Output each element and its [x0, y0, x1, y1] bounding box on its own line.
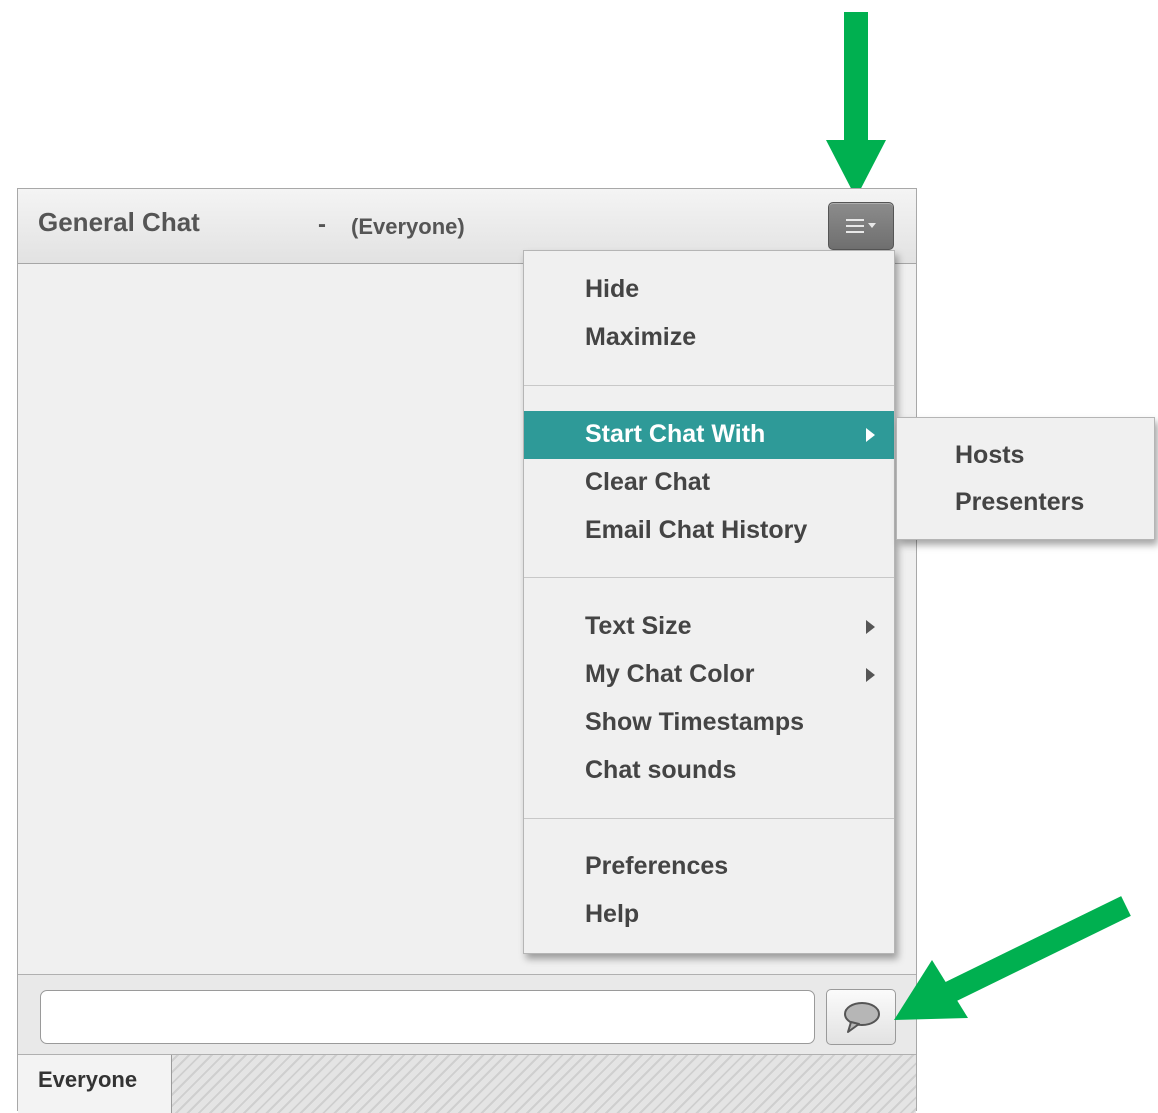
- submenu-arrow-icon: [866, 428, 875, 442]
- compose-bar: [18, 974, 916, 1055]
- menu-item-hide[interactable]: Hide: [524, 266, 894, 314]
- menu-item-label: Hide: [585, 275, 640, 303]
- start-chat-with-submenu: Hosts Presenters: [896, 417, 1155, 540]
- pod-title: General Chat: [38, 207, 200, 237]
- menu-item-my-chat-color[interactable]: My Chat Color: [524, 651, 894, 699]
- menu-item-label: Clear Chat: [585, 468, 711, 496]
- menu-item-show-timestamps[interactable]: Show Timestamps: [524, 699, 894, 747]
- menu-divider: [524, 577, 894, 578]
- submenu-arrow-icon: [866, 620, 875, 634]
- menu-item-text-size[interactable]: Text Size: [524, 603, 894, 651]
- menu-item-clear-chat[interactable]: Clear Chat: [524, 459, 894, 507]
- pod-options-button[interactable]: [828, 202, 894, 250]
- menu-item-label: Preferences: [585, 852, 729, 880]
- submenu-arrow-icon: [866, 668, 875, 682]
- chat-message-input[interactable]: [40, 990, 815, 1044]
- menu-item-label: Help: [585, 900, 640, 928]
- menu-item-help[interactable]: Help: [524, 891, 894, 939]
- menu-item-label: My Chat Color: [585, 660, 755, 688]
- menu-item-start-chat-with[interactable]: Start Chat With: [524, 411, 894, 459]
- green-arrow-down-icon: [826, 12, 886, 198]
- menu-item-chat-sounds[interactable]: Chat sounds: [524, 747, 894, 795]
- menu-item-label: Show Timestamps: [585, 708, 805, 736]
- hamburger-menu-icon: [846, 219, 876, 233]
- submenu-item-hosts[interactable]: Hosts: [897, 433, 1154, 479]
- menu-item-label: Chat sounds: [585, 756, 737, 784]
- tab-everyone[interactable]: Everyone: [18, 1055, 172, 1113]
- menu-divider: [524, 385, 894, 386]
- chat-tab-strip: Everyone: [18, 1054, 916, 1113]
- menu-item-label: Text Size: [585, 612, 692, 640]
- green-arrow-diagonal-icon: [894, 896, 1131, 1020]
- menu-item-label: Maximize: [585, 323, 697, 351]
- menu-item-label: Email Chat History: [585, 516, 808, 544]
- submenu-item-label: Presenters: [955, 488, 1085, 516]
- menu-item-maximize[interactable]: Maximize: [524, 314, 894, 362]
- menu-divider: [524, 818, 894, 819]
- pod-options-menu: Hide Maximize Start Chat With Clear Chat…: [523, 250, 895, 954]
- submenu-item-label: Hosts: [955, 441, 1025, 469]
- pod-title-separator: -: [318, 211, 326, 238]
- chat-scope-label: (Everyone): [351, 214, 465, 239]
- menu-item-label: Start Chat With: [585, 420, 766, 448]
- speech-bubble-icon: [844, 1002, 880, 1033]
- submenu-item-presenters[interactable]: Presenters: [897, 480, 1154, 526]
- menu-item-preferences[interactable]: Preferences: [524, 843, 894, 891]
- menu-item-email-chat-history[interactable]: Email Chat History: [524, 507, 894, 555]
